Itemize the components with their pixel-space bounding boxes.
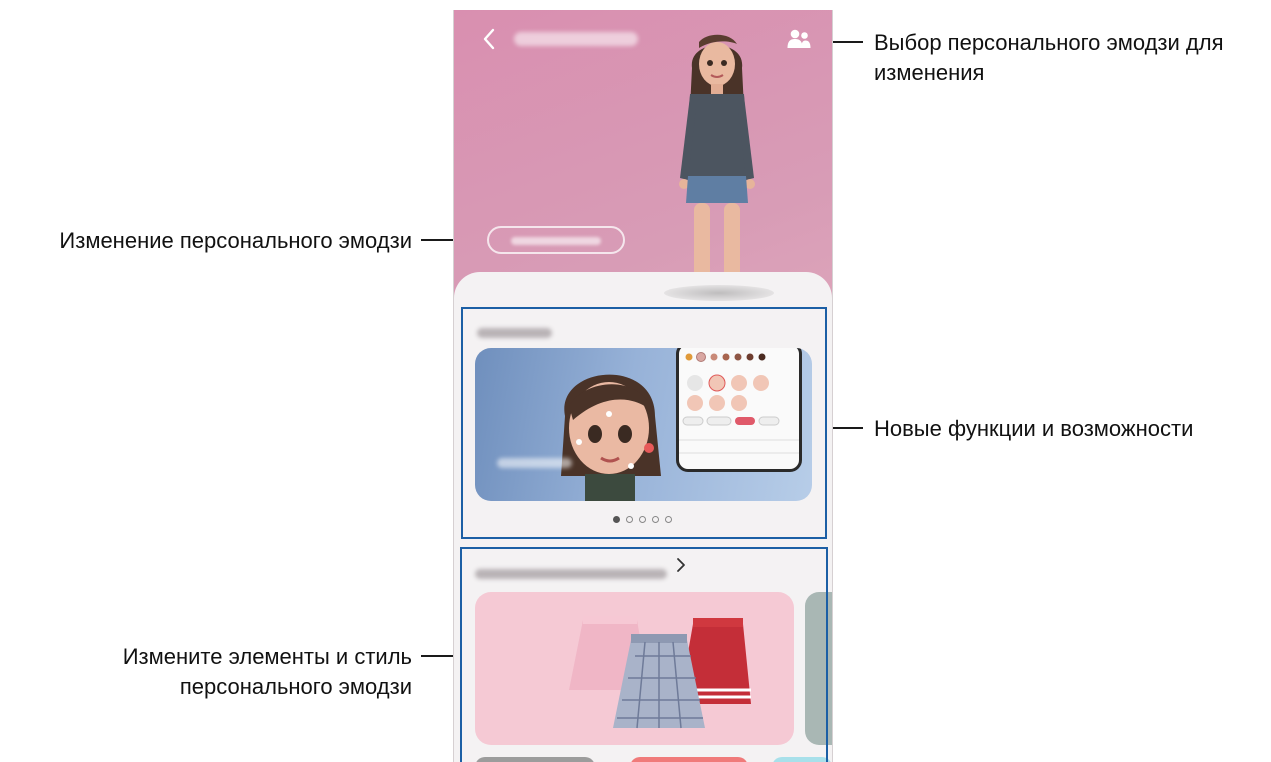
avatar-shadow: [664, 285, 774, 301]
chevron-left-icon: [483, 28, 495, 50]
people-icon: [787, 29, 811, 48]
edit-emoji-button[interactable]: [487, 226, 625, 254]
app-title: [514, 32, 638, 46]
new-features-highlight: [461, 307, 827, 539]
callout-edit-emoji: Изменение персонального эмодзи: [59, 228, 412, 253]
back-button[interactable]: [476, 24, 502, 54]
edit-emoji-button-label: [511, 237, 601, 245]
callout-select-emoji: Выбор персонального эмодзи для изменения: [874, 30, 1224, 85]
select-emoji-button[interactable]: [787, 28, 811, 50]
callout-change-items: Измените элементы и стиль персонального …: [122, 644, 412, 699]
phone-screen: [453, 10, 833, 762]
callout-new-features: Новые функции и возможности: [874, 416, 1194, 441]
items-style-highlight: [460, 547, 828, 762]
